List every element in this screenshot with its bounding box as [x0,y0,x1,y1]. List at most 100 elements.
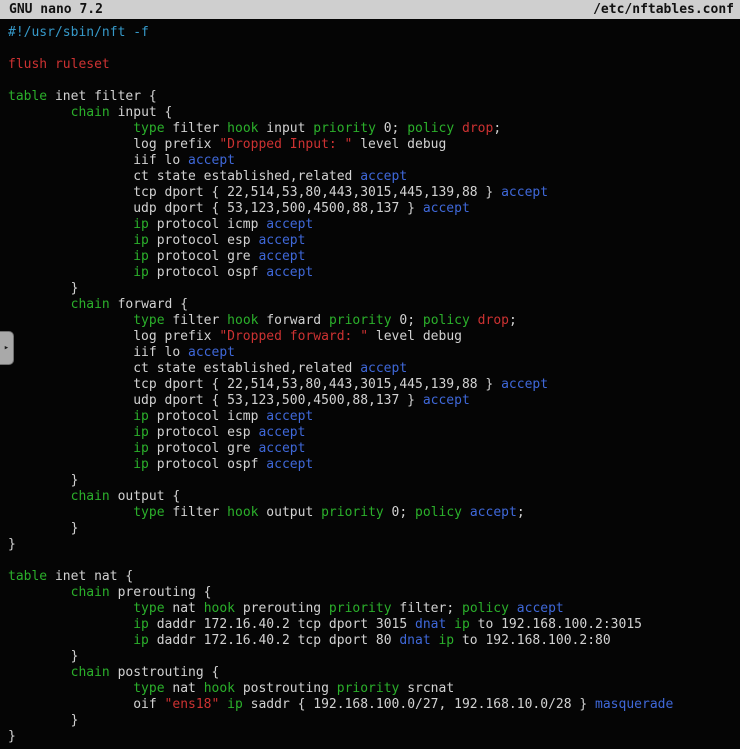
code-token [8,617,133,632]
code-token [446,617,454,632]
code-token: 0; [392,313,423,328]
code-token: hook [204,601,235,616]
code-token [8,265,133,280]
code-token: accept [423,201,470,216]
code-token: } [8,729,16,744]
code-token: postrouting [235,681,337,696]
code-line: table inet filter { [8,89,740,105]
code-line: udp dport { 53,123,500,4500,88,137 } acc… [8,201,740,217]
code-line: ip protocol icmp accept [8,217,740,233]
code-token: inet nat { [47,569,133,584]
code-token: type [133,681,164,696]
code-token: output [258,505,321,520]
code-line: type nat hook postrouting priority srcna… [8,681,740,697]
code-token: ; [517,505,525,520]
code-token: accept [258,441,305,456]
code-token: forward { [110,297,188,312]
code-line: chain prerouting { [8,585,740,601]
code-token: ip [133,265,149,280]
code-token: protocol esp [149,233,259,248]
code-line: ip protocol icmp accept [8,409,740,425]
code-line: log prefix "Dropped forward: " level deb… [8,329,740,345]
code-token: hook [204,681,235,696]
code-token: chain [71,297,110,312]
code-line: chain forward { [8,297,740,313]
code-token: ; [493,121,501,136]
code-token: level debug [352,137,446,152]
code-token: forward [258,313,328,328]
code-line: #!/usr/sbin/nft -f [8,25,740,41]
code-token: to 192.168.100.2:3015 [470,617,642,632]
editor-buffer[interactable]: #!/usr/sbin/nft -f flush ruleset table i… [0,19,740,745]
code-line: } [8,649,740,665]
code-token: accept [423,393,470,408]
code-token: type [133,313,164,328]
code-line: tcp dport { 22,514,53,80,443,3015,445,13… [8,185,740,201]
code-line: chain output { [8,489,740,505]
code-line: table inet nat { [8,569,740,585]
code-token: nat [165,601,204,616]
code-token: ct state established,related [8,361,360,376]
code-token: log prefix [8,137,219,152]
code-line: ip daddr 172.16.40.2 tcp dport 80 dnat i… [8,633,740,649]
code-token: accept [188,345,235,360]
code-token: accept [266,217,313,232]
code-token: inet filter { [47,89,157,104]
code-token: ip [454,617,470,632]
code-token: tcp dport { 22,514,53,80,443,3015,445,13… [8,185,501,200]
code-token: ip [133,457,149,472]
code-token: priority [313,121,376,136]
nano-version: GNU nano 7.2 [9,2,103,17]
code-token: chain [71,105,110,120]
code-line: ct state established,related accept [8,169,740,185]
code-line: oif "ens18" ip saddr { 192.168.100.0/27,… [8,697,740,713]
code-token: postrouting { [110,665,220,680]
code-token: protocol gre [149,441,259,456]
code-token: accept [258,233,305,248]
code-token [470,313,478,328]
code-token [219,697,227,712]
code-token: accept [360,361,407,376]
code-token: } [8,281,78,296]
code-line: iif lo accept [8,153,740,169]
code-line: ip protocol ospf accept [8,265,740,281]
side-panel-toggle[interactable]: ▸ [0,331,14,365]
code-token: ip [133,425,149,440]
code-token: accept [517,601,564,616]
code-line: ip protocol ospf accept [8,457,740,473]
code-line: iif lo accept [8,345,740,361]
code-token: input { [110,105,173,120]
code-token [8,105,71,120]
code-line: } [8,537,740,553]
code-token [8,665,71,680]
code-token: ip [133,633,149,648]
code-token: iif lo [8,345,188,360]
code-line: ip protocol esp accept [8,233,740,249]
code-token: } [8,473,78,488]
code-token: nat [165,681,204,696]
code-token: "ens18" [165,697,220,712]
code-token: filter [165,505,228,520]
code-token: accept [266,265,313,280]
code-line: type nat hook prerouting priority filter… [8,601,740,617]
code-token: priority [337,681,400,696]
code-token: iif lo [8,153,188,168]
code-token: accept [470,505,517,520]
code-token: priority [329,601,392,616]
code-token: udp dport { 53,123,500,4500,88,137 } [8,393,423,408]
code-token: log prefix [8,329,219,344]
code-line: ct state established,related accept [8,361,740,377]
code-token: oif [8,697,165,712]
code-token: 0; [384,505,415,520]
code-token: "Dropped forward: " [219,329,368,344]
code-token: hook [227,121,258,136]
code-line: type filter hook forward priority 0; pol… [8,313,740,329]
code-line: chain postrouting { [8,665,740,681]
code-line: udp dport { 53,123,500,4500,88,137 } acc… [8,393,740,409]
code-token: } [8,521,78,536]
code-token: filter [165,121,228,136]
code-token: protocol icmp [149,409,266,424]
code-token: policy [462,601,509,616]
code-token: prerouting { [110,585,212,600]
code-token: accept [258,425,305,440]
